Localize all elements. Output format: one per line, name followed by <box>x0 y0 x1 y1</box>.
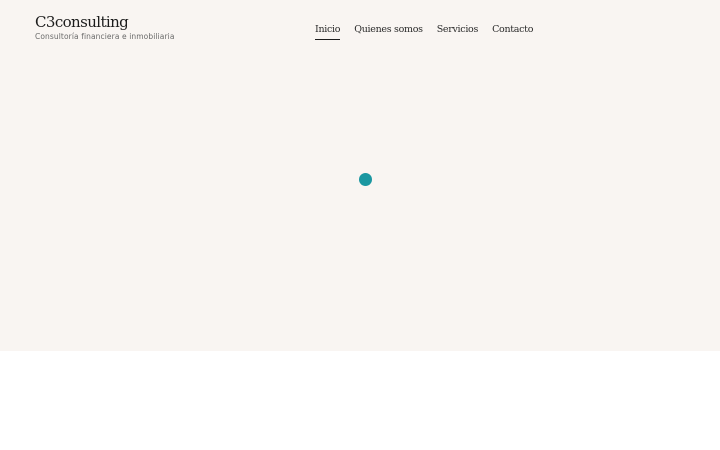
content-section <box>0 351 720 450</box>
nav-item-inicio[interactable]: Inicio <box>315 24 341 40</box>
brand-logo-link[interactable]: C3consulting Consultoría financiera e in… <box>35 13 175 42</box>
main-nav: Inicio Quienes somos Servicios Contacto <box>315 24 533 40</box>
tagline: Consultoría financiera e inmobiliaria <box>35 32 175 41</box>
nav-item-servicios[interactable]: Servicios <box>437 24 479 40</box>
loading-spinner-icon <box>359 173 372 186</box>
nav-item-contacto[interactable]: Contacto <box>492 24 533 40</box>
nav-item-quienes-somos[interactable]: Quienes somos <box>354 24 423 40</box>
hero-section: C3consulting Consultoría financiera e in… <box>0 0 720 351</box>
logo-text: C3consulting <box>35 13 129 31</box>
